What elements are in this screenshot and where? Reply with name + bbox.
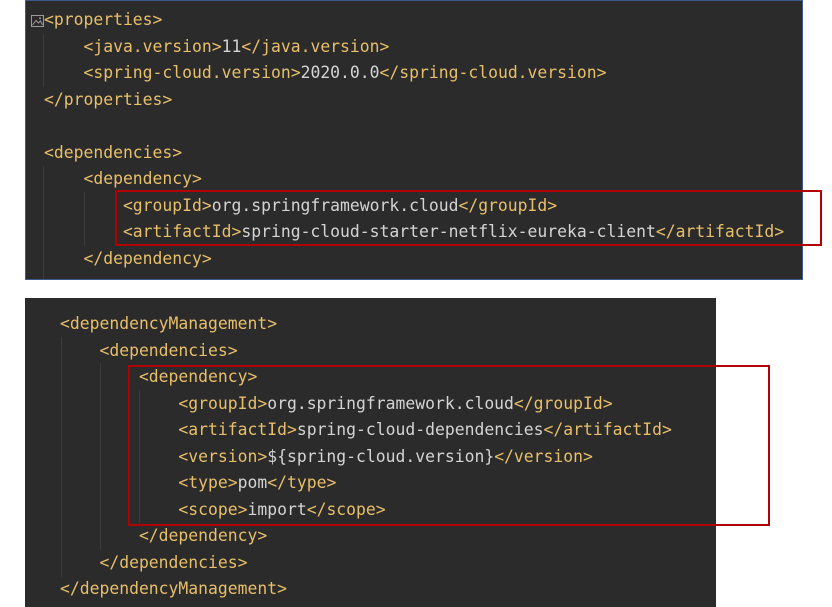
code-text: <dependencyManagement> <dependencies> <dep…	[60, 311, 716, 603]
xml-tag: <dependency>	[83, 169, 202, 188]
xml-text: org.springframework.cloud	[267, 393, 514, 413]
xml-text: 11	[221, 36, 242, 56]
xml-tag: <version>	[178, 446, 268, 466]
xml-tag: </type>	[267, 473, 337, 492]
code-line: <artifactId>spring-cloud-dependencies</a…	[60, 417, 716, 444]
xml-text: ${spring-cloud.version}	[267, 446, 495, 466]
code-editor-panel-dependency-management[interactable]: <dependencyManagement> <dependencies> <dep…	[25, 298, 716, 607]
code-line: <scope>import</scope>	[60, 497, 716, 524]
xml-tag: </java.version>	[241, 36, 390, 56]
xml-tag: <groupId>	[122, 195, 212, 215]
code-line: <dependency>	[44, 166, 802, 193]
xml-tag: <dependency>	[138, 367, 258, 386]
code-editor-panel-properties[interactable]: <properties> <java.version>11</java.versi…	[25, 0, 803, 280]
xml-tag: <type>	[178, 473, 238, 492]
code-line: <dependency>	[60, 364, 716, 391]
xml-tag: <properties>	[44, 10, 163, 29]
code-line: </dependencyManagement>	[60, 576, 716, 603]
xml-text: pom	[237, 473, 268, 492]
xml-tag: </groupId>	[513, 393, 613, 413]
code-line: <dependencyManagement>	[60, 311, 716, 338]
code-line: </dependencies>	[60, 550, 716, 577]
xml-tag: </properties>	[44, 89, 173, 109]
code-line: <groupId>org.springframework.cloud</grou…	[60, 391, 716, 418]
xml-text: spring-cloud-dependencies	[296, 420, 544, 439]
xml-tag: </dependency>	[138, 526, 268, 545]
xml-tag: <artifactId>	[178, 420, 297, 439]
code-line: </dependency>	[60, 523, 716, 550]
code-line: <properties>	[44, 7, 802, 34]
xml-tag: </scope>	[306, 499, 386, 519]
xml-tag: <dependencyManagement>	[60, 314, 278, 333]
xml-tag: </dependency>	[83, 248, 212, 268]
code-line: <artifactId>spring-cloud-starter-netflix…	[44, 219, 802, 246]
code-line: <type>pom</type>	[60, 470, 716, 497]
code-line: <dependencies>	[44, 140, 802, 167]
xml-tag: <java.version>	[83, 36, 222, 56]
code-line: <version>${spring-cloud.version}</versio…	[60, 444, 716, 471]
code-text: <properties> <java.version>11</java.versi…	[44, 7, 802, 272]
xml-text: org.springframework.cloud	[211, 195, 459, 215]
code-line: <groupId>org.springframework.cloud</grou…	[44, 193, 802, 220]
xml-tag: </spring-cloud.version>	[379, 63, 607, 82]
xml-text: spring-cloud-starter-netflix-eureka-clie…	[241, 222, 656, 241]
xml-tag: <groupId>	[178, 393, 268, 413]
code-line: <java.version>11</java.version>	[44, 34, 802, 61]
xml-tag: <scope>	[178, 499, 248, 519]
code-line: <spring-cloud.version>2020.0.0</spring-c…	[44, 60, 802, 87]
xml-tag: <dependencies>	[99, 340, 238, 360]
code-line: <dependencies>	[60, 338, 716, 365]
xml-text: import	[247, 499, 307, 519]
image-icon	[31, 12, 44, 27]
xml-text: 2020.0.0	[300, 63, 380, 82]
xml-tag: <spring-cloud.version>	[83, 63, 301, 82]
code-line: </properties>	[44, 87, 802, 114]
xml-tag: </artifactId>	[543, 420, 672, 439]
code-line: </dependency>	[44, 246, 802, 273]
xml-tag: </artifactId>	[655, 222, 785, 241]
xml-tag: </groupId>	[458, 195, 558, 215]
xml-tag: <artifactId>	[122, 222, 242, 241]
xml-tag: <dependencies>	[44, 142, 183, 162]
xml-tag: </version>	[494, 446, 593, 466]
xml-tag: </dependencies>	[99, 552, 248, 572]
xml-tag: </dependencyManagement>	[60, 579, 287, 598]
